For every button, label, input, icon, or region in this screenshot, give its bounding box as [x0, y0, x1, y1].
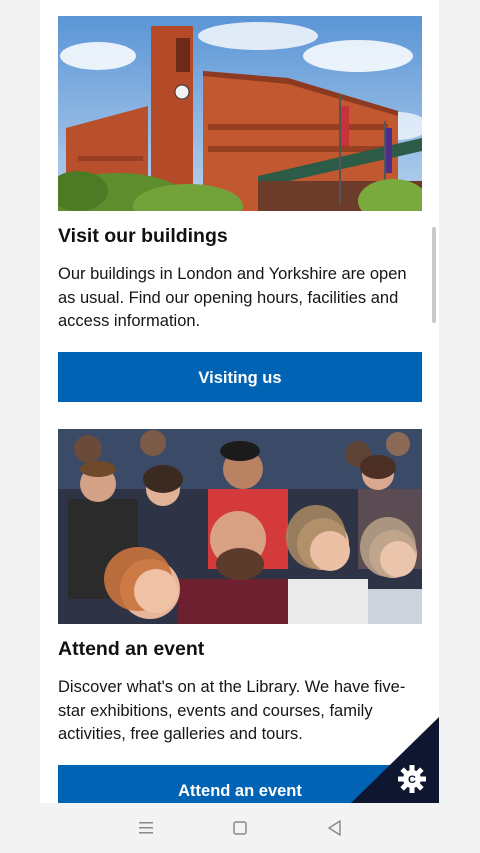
- menu-icon[interactable]: [136, 818, 156, 838]
- visiting-us-button[interactable]: Visiting us: [58, 351, 422, 402]
- cookie-settings-badge[interactable]: C: [351, 717, 439, 803]
- back-icon[interactable]: [325, 818, 345, 838]
- building-image: [58, 16, 422, 211]
- cookie-settings-icon: C: [398, 765, 426, 793]
- event-audience-image: [58, 429, 422, 624]
- page-content: Visit our buildings Our buildings in Lon…: [40, 0, 439, 803]
- card-description: Our buildings in London and Yorkshire ar…: [58, 265, 407, 330]
- card-visit-buildings: Visit our buildings Our buildings in Lon…: [58, 16, 422, 402]
- card-title: Attend an event: [58, 638, 205, 660]
- system-navigation-bar: [0, 803, 480, 853]
- card-title: Visit our buildings: [58, 225, 228, 247]
- scrollbar[interactable]: [432, 227, 436, 323]
- home-icon[interactable]: [230, 818, 250, 838]
- svg-text:C: C: [408, 774, 416, 786]
